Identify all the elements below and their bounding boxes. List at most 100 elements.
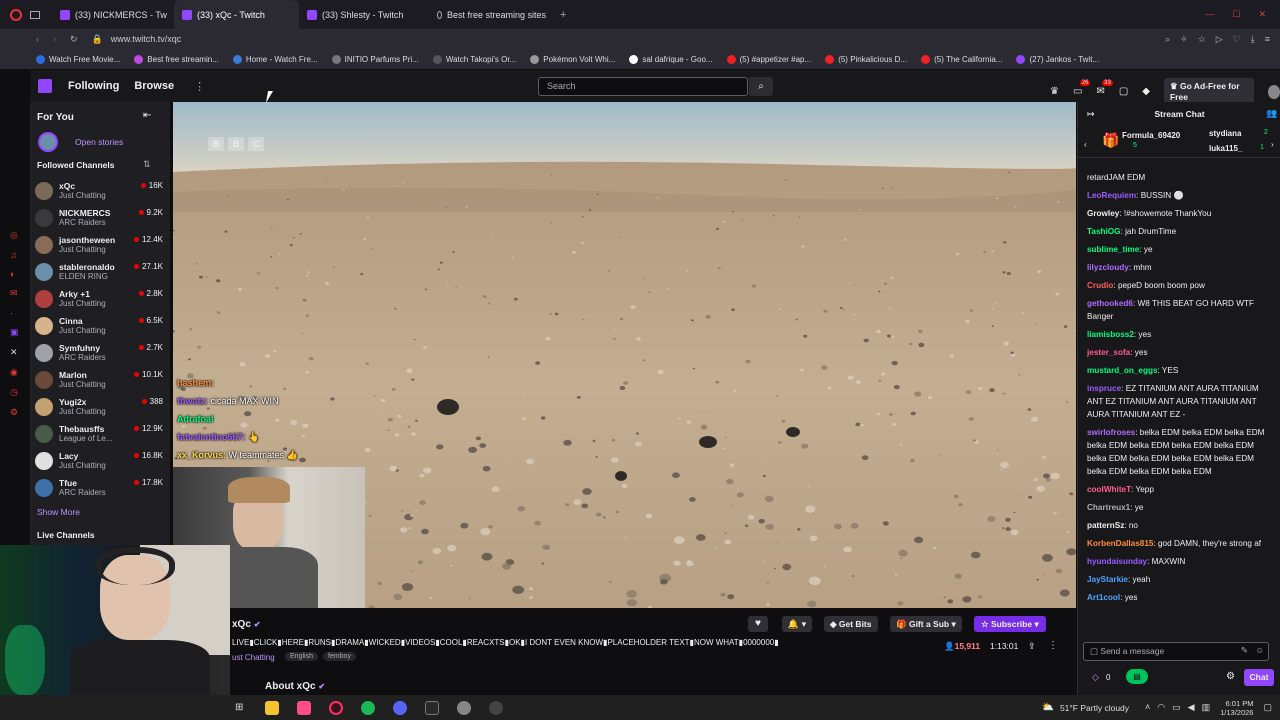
chat-username[interactable]: lilyzcloudy [1087, 263, 1129, 272]
bits-icon[interactable]: ◆ [1142, 86, 1150, 97]
volume-icon[interactable]: ◀ [1188, 702, 1195, 713]
bookmark-item[interactable]: (27) Jankos - Twit... [1016, 54, 1099, 64]
sidebar-channel-tfue[interactable]: Tfue ARC Raiders 17.8K [35, 475, 165, 501]
weather-text[interactable]: 51°F Partly cloudy [1060, 703, 1129, 713]
sidebar-channel-nickmercs[interactable]: NICKMERCS ARC Raiders 9.2K [35, 205, 165, 231]
chat-username[interactable]: JayStarkie [1087, 575, 1128, 584]
bits-icon[interactable]: ✎ [1241, 645, 1248, 656]
chat-username[interactable]: jester_sofa [1087, 348, 1130, 357]
notifications-icon[interactable]: ▭ 26 [1073, 80, 1091, 97]
x-icon[interactable]: ✕ [10, 347, 19, 358]
chat-username[interactable]: sublime_time [1087, 245, 1139, 254]
zoom-icon[interactable]: ⌕ [1165, 34, 1170, 45]
bookmark-item[interactable]: Home - Watch Fre... [232, 54, 318, 64]
inbox-icon[interactable]: ✉ 33 [1096, 80, 1113, 97]
reload-icon[interactable]: ↻ [70, 34, 78, 45]
bookmark-item[interactable]: Watch Takopi's Or... [432, 54, 516, 64]
sidebar-channel-arky1[interactable]: Arky +1 Just Chatting 2.8K [35, 286, 165, 312]
sidebar-channel-xqc[interactable]: xQc Just Chatting 16K [35, 178, 165, 204]
avatar[interactable] [1267, 84, 1280, 99]
url-field[interactable]: www.twitch.tv/xqc [111, 34, 182, 44]
twitch-logo-icon[interactable] [38, 79, 52, 93]
clock[interactable]: 6:01 PM 1/13/2026 [1220, 699, 1253, 717]
chat-username[interactable]: inspruce [1087, 384, 1121, 393]
sidebar-channel-jasontheween[interactable]: jasontheween Just Chatting 12.4K [35, 232, 165, 258]
app-icon[interactable]: ♫ [10, 250, 19, 260]
browser-tab-nickmercs[interactable]: (33) NICKMERCS - Tw [52, 0, 174, 29]
sidebar-channel-cinna[interactable]: Cinna Just Chatting 6.5K [35, 313, 165, 339]
menu-icon[interactable]: ≡ [1265, 34, 1270, 45]
chat-username[interactable]: gethooked6 [1087, 299, 1133, 308]
follow-heart-button[interactable]: ♥ [748, 616, 768, 632]
chat-username[interactable]: KorbenDallas815 [1087, 539, 1153, 548]
browser-tab-shlesty[interactable]: (33) Shlesty - Twitch [299, 0, 429, 29]
bookmark-icon[interactable]: ☆ [1198, 34, 1206, 45]
app-icon[interactable]: · [10, 308, 19, 318]
sort-icon[interactable]: ⇅ [143, 159, 151, 170]
chat-username[interactable]: Art1cool [1087, 593, 1120, 602]
sidebar-channel-stableronaldo[interactable]: stableronaldo ELDEN RING 27.1K [35, 259, 165, 285]
browser-logo-icon[interactable] [10, 8, 22, 21]
chat-username[interactable]: LeoRequiem [1087, 191, 1136, 200]
store-icon[interactable] [297, 700, 312, 715]
file-explorer-icon[interactable] [265, 700, 280, 715]
prediction-icon[interactable]: ▤ [1126, 669, 1148, 684]
video-player[interactable]: B B C hashem: thwatz: cicada MAX WIN Adr… [173, 102, 1076, 608]
tag[interactable]: femboy [323, 652, 356, 661]
chat-input[interactable]: ▢ Send a message ☺ ✎ [1083, 642, 1269, 661]
gift-sub-button[interactable]: 🎁 Gift a Sub ▾ [890, 616, 962, 632]
spotify-icon[interactable] [361, 700, 376, 715]
bookmark-item[interactable]: Watch Free Movie... [36, 54, 120, 64]
discord-icon[interactable] [393, 700, 408, 715]
tab-overview-icon[interactable] [30, 10, 40, 19]
crown-icon[interactable]: ♛ [1050, 86, 1059, 97]
ad-free-button[interactable]: ♛ Go Ad-Free for Free [1163, 78, 1254, 105]
channel-points-icon[interactable]: ◇ [1092, 672, 1099, 683]
app-icon[interactable] [457, 700, 472, 715]
sidebar-channel-yugi2x[interactable]: Yugi2x Just Chatting 388 [35, 394, 165, 420]
chat-send-button[interactable]: Chat [1244, 669, 1274, 686]
collapse-sidebar-icon[interactable]: ⇤ [143, 110, 151, 121]
tag[interactable]: English [285, 652, 318, 661]
chat-username[interactable]: patternSz [1087, 521, 1124, 530]
more-menu-icon[interactable]: ⋮ [194, 80, 205, 93]
sidebar-channel-thebausffs[interactable]: Thebausffs League of Le... 12.9K [35, 421, 165, 447]
minimize-icon[interactable]: — [1205, 9, 1214, 20]
app-icon[interactable]: ⚙ [10, 407, 19, 418]
browser-tab-streaming[interactable]: Best free streaming sites [429, 0, 554, 29]
twitch-icon[interactable]: ▣ [10, 327, 19, 338]
share-icon[interactable]: ⇪ [1028, 641, 1036, 652]
streamer-name[interactable]: xQc ✔ [232, 619, 261, 630]
chat-username[interactable]: swirlofroses [1087, 428, 1135, 437]
app-icon[interactable]: ✉ [10, 288, 19, 299]
subscribe-button[interactable]: ☆ Subscribe ▾ [974, 616, 1046, 632]
search-input[interactable]: Search [538, 77, 748, 96]
nav-following[interactable]: Following [68, 80, 119, 92]
bookmark-item[interactable]: INITIO Parfums Pri... [331, 54, 419, 64]
show-more-link[interactable]: Show More [37, 507, 80, 517]
nav-browse[interactable]: Browse [134, 80, 174, 92]
maximize-icon[interactable]: ☐ [1232, 9, 1240, 20]
chat-username[interactable]: Growley [1087, 209, 1119, 218]
new-tab-button[interactable]: + [560, 9, 566, 21]
app-icon[interactable]: ◉ [10, 367, 19, 378]
bookmark-item[interactable]: Pokémon Volt Whi... [530, 54, 615, 64]
chevron-up-icon[interactable]: ˄ [1145, 702, 1150, 713]
browser-tab-xqc[interactable]: (33) xQc - Twitch [174, 0, 299, 29]
forward-icon[interactable]: › [53, 34, 56, 44]
notify-bell-button[interactable]: 🔔 ▾ [782, 616, 812, 632]
app-icon[interactable] [425, 700, 440, 715]
chat-settings-icon[interactable]: ⚙ [1226, 671, 1235, 682]
sidebar-channel-symfuhny[interactable]: Symfuhny ARC Raiders 2.7K [35, 340, 165, 366]
stream-category[interactable]: ust Chatting [232, 653, 275, 662]
users-icon[interactable]: 👥 [1266, 108, 1277, 119]
chat-username[interactable]: hyundaisunday [1087, 557, 1147, 566]
prev-arrow-icon[interactable]: ‹ [1084, 140, 1087, 149]
opera-gx-icon[interactable] [329, 700, 344, 715]
heart-icon[interactable]: ♡ [1233, 34, 1241, 45]
sidebar-channel-lacy[interactable]: Lacy Just Chatting 16.8K [35, 448, 165, 474]
bookmark-item[interactable]: sal dafrique - Goo... [629, 54, 713, 64]
bookmark-item[interactable]: Best free streamin... [134, 54, 219, 64]
chat-username[interactable]: mustard_on_eggs [1087, 366, 1158, 375]
back-icon[interactable]: ‹ [36, 34, 39, 44]
